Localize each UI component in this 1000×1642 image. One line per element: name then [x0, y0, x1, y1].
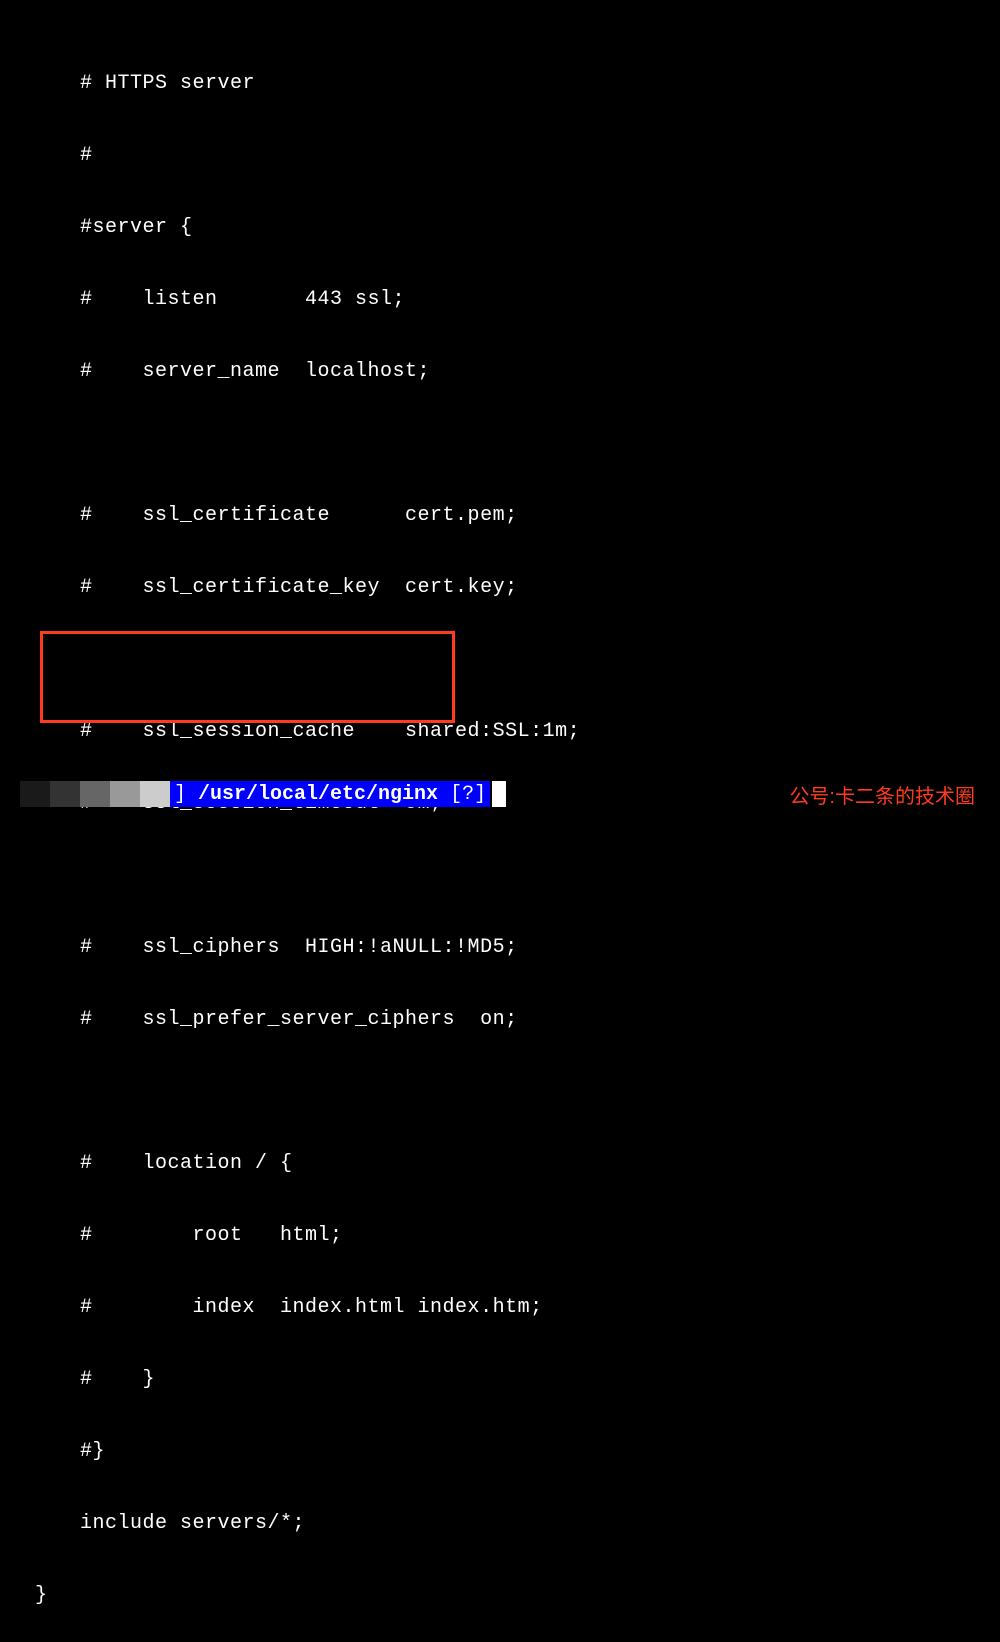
config-line: [20, 426, 980, 462]
config-line: # server_name localhost;: [20, 354, 980, 390]
config-line: #: [20, 138, 980, 174]
status-block: [80, 781, 110, 807]
config-line: # ssl_prefer_server_ciphers on;: [20, 1002, 980, 1038]
config-line: [20, 858, 980, 894]
config-line: # location / {: [20, 1146, 980, 1182]
config-line: #server {: [20, 210, 980, 246]
status-block: [20, 781, 50, 807]
config-line: # ssl_ciphers HIGH:!aNULL:!MD5;: [20, 930, 980, 966]
bracket-right: [?]: [446, 781, 490, 807]
config-line: [20, 1074, 980, 1110]
current-path: /usr/local/etc/nginx: [190, 781, 446, 807]
config-line: # listen 443 ssl;: [20, 282, 980, 318]
config-line: # ssl_certificate_key cert.key;: [20, 570, 980, 606]
shell-status-bar: ] /usr/local/etc/nginx [?]: [20, 779, 506, 809]
watermark-text: 公号:卡二条的技术圈: [789, 780, 975, 809]
bracket-left: ]: [170, 781, 190, 807]
powerline-segments: [20, 781, 170, 807]
status-block: [140, 781, 170, 807]
config-line: # ssl_session_cache shared:SSL:1m;: [20, 714, 980, 750]
closing-brace: }: [20, 1578, 980, 1614]
config-line: # }: [20, 1362, 980, 1398]
config-line: include servers/*;: [20, 1506, 980, 1542]
config-line: # HTTPS server: [20, 66, 980, 102]
config-line: #}: [20, 1434, 980, 1470]
config-line: # index index.html index.htm;: [20, 1290, 980, 1326]
config-line: [20, 642, 980, 678]
config-line: # ssl_certificate cert.pem;: [20, 498, 980, 534]
status-block: [110, 781, 140, 807]
config-line: # root html;: [20, 1218, 980, 1254]
terminal-output: # HTTPS server # #server { # listen 443 …: [0, 0, 1000, 1642]
status-block: [50, 781, 80, 807]
cursor-icon[interactable]: [492, 781, 506, 807]
